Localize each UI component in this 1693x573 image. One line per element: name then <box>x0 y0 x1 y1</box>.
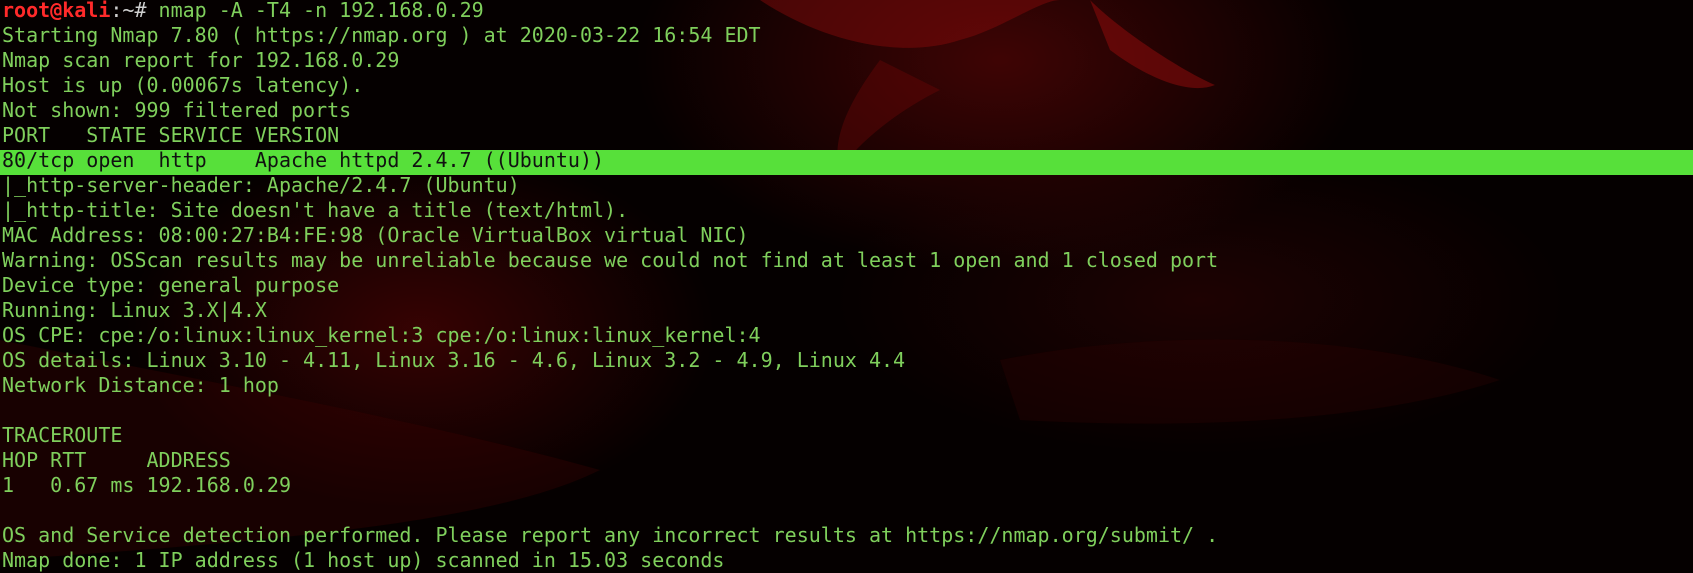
prompt-path: :~# <box>110 0 159 22</box>
output-line: |_http-title: Site doesn't have a title … <box>2 200 629 222</box>
traceroute-heading: TRACEROUTE <box>2 425 123 447</box>
output-line: OS details: Linux 3.10 - 4.11, Linux 3.1… <box>2 350 906 372</box>
output-line: Network Distance: 1 hop <box>2 375 279 397</box>
output-line: Running: Linux 3.X|4.X <box>2 300 267 322</box>
output-line: Device type: general purpose <box>2 275 340 297</box>
traceroute-row: 1 0.67 ms 192.168.0.29 <box>2 475 291 497</box>
prompt-user-host: root@kali <box>2 0 111 22</box>
terminal-output: root@kali:~# nmap -A -T4 -n 192.168.0.29… <box>0 0 1693 573</box>
output-line: Nmap scan report for 192.168.0.29 <box>2 50 400 72</box>
output-line: Starting Nmap 7.80 ( https://nmap.org ) … <box>2 25 761 47</box>
output-line: Host is up (0.00067s latency). <box>2 75 364 97</box>
highlighted-port-line: 80/tcp open http Apache httpd 2.4.7 ((Ub… <box>0 150 1693 175</box>
output-line: OS CPE: cpe:/o:linux:linux_kernel:3 cpe:… <box>2 325 761 347</box>
output-line: Warning: OSScan results may be unreliabl… <box>2 250 1219 272</box>
command-text: nmap -A -T4 -n 192.168.0.29 <box>158 0 484 22</box>
prompt-line: root@kali:~# nmap -A -T4 -n 192.168.0.29 <box>2 0 1693 25</box>
output-line: Nmap done: 1 IP address (1 host up) scan… <box>2 550 725 572</box>
traceroute-header: HOP RTT ADDRESS <box>2 450 231 472</box>
ports-header: PORT STATE SERVICE VERSION <box>2 125 340 147</box>
output-line: Not shown: 999 filtered ports <box>2 100 352 122</box>
terminal-window[interactable]: root@kali:~# nmap -A -T4 -n 192.168.0.29… <box>0 0 1693 573</box>
output-line: |_http-server-header: Apache/2.4.7 (Ubun… <box>2 175 520 197</box>
output-line: OS and Service detection performed. Plea… <box>2 525 1219 547</box>
output-line: MAC Address: 08:00:27:B4:FE:98 (Oracle V… <box>2 225 749 247</box>
